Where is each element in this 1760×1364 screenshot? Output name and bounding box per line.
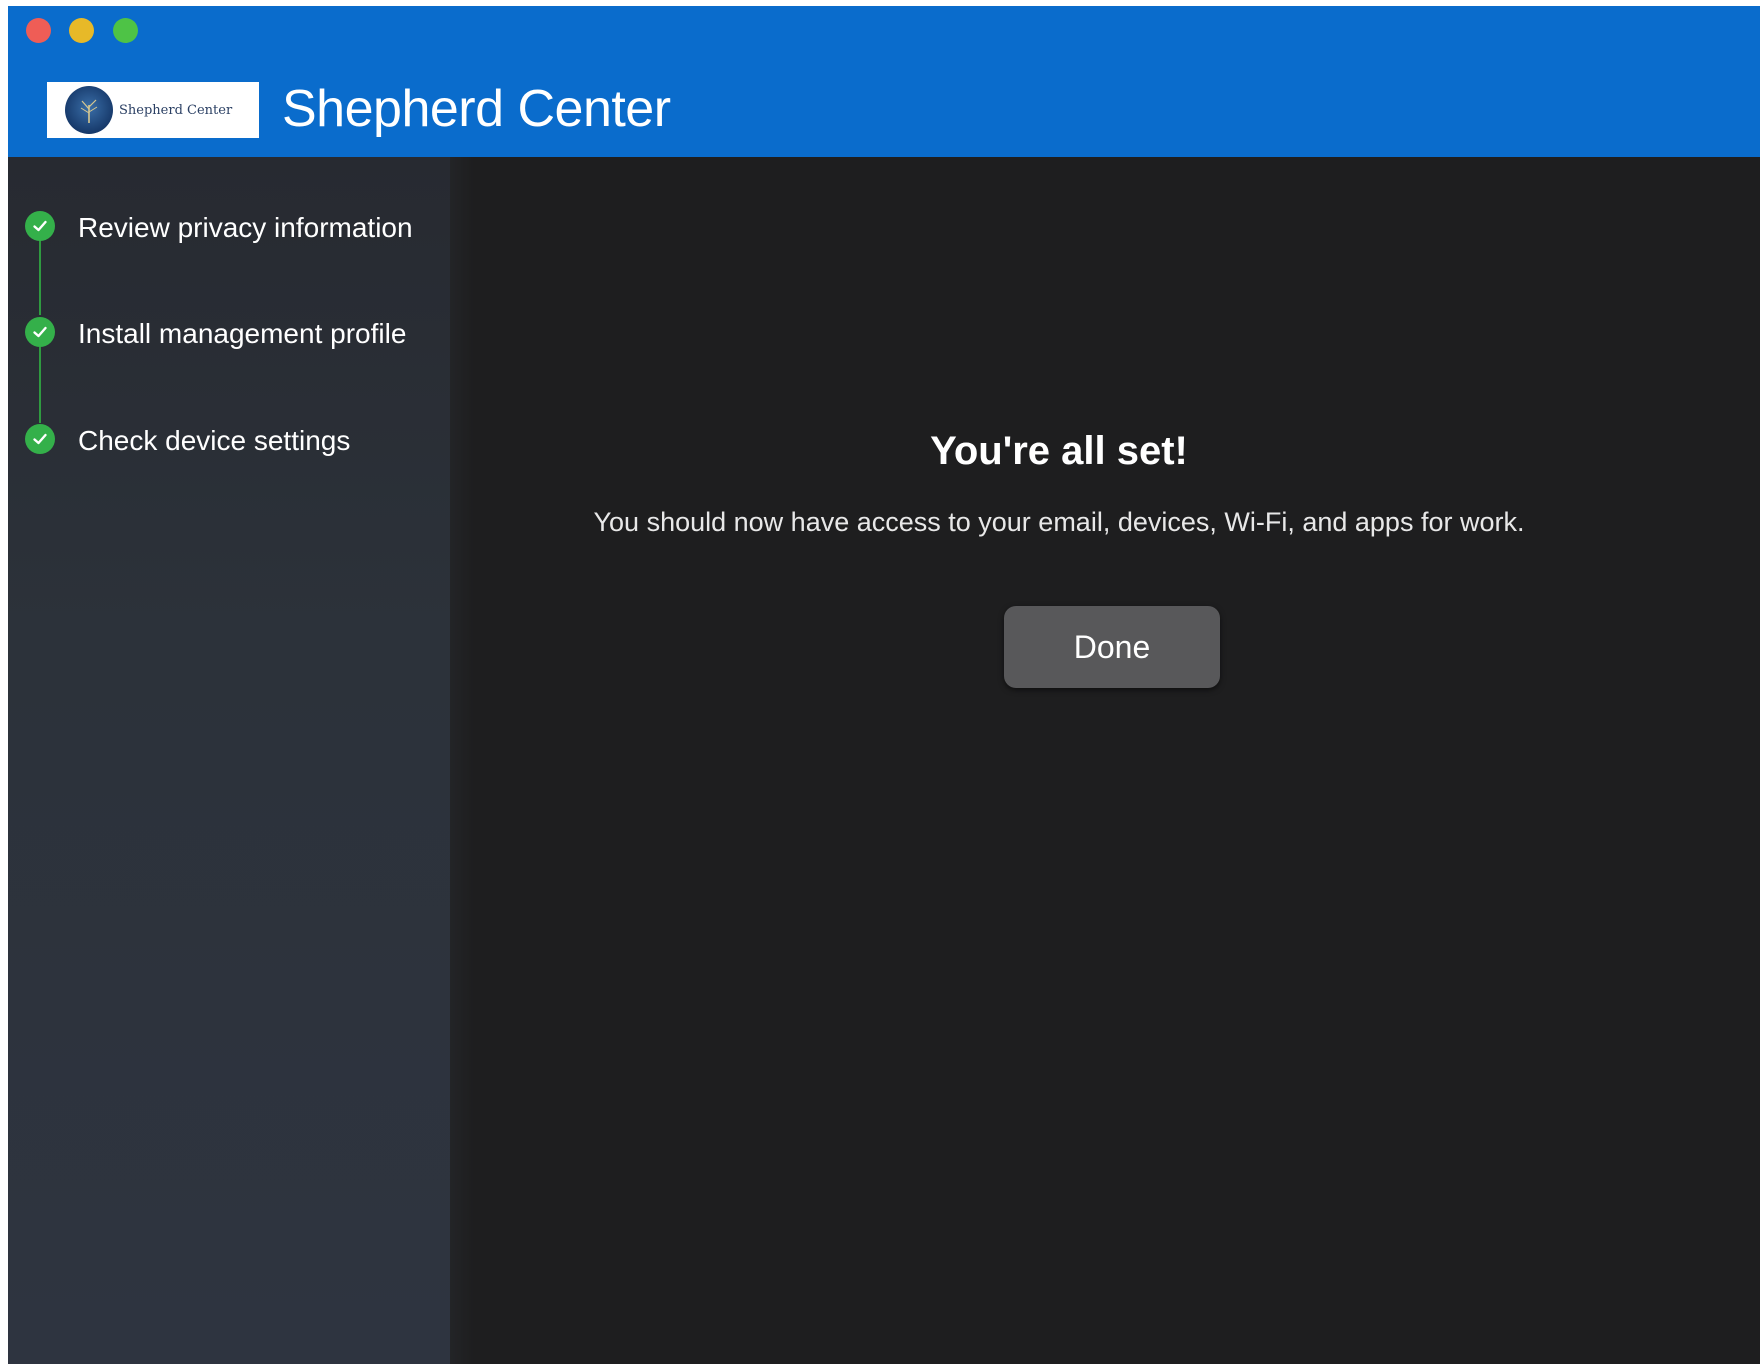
checkmark-icon [25,424,55,454]
main-content: You're all set! You should now have acce… [474,157,1760,1364]
step-install-profile: Install management profile [25,315,435,352]
sidebar-divider [450,157,474,1364]
step-review-privacy: Review privacy information [25,209,435,246]
checkmark-icon [25,317,55,347]
step-label: Install management profile [78,318,407,349]
progress-sidebar: Review privacy information Install manag… [8,157,450,1364]
minimize-window-button[interactable] [69,18,94,43]
step-connector [39,239,41,315]
done-button[interactable]: Done [1004,606,1220,688]
zoom-window-button[interactable] [113,18,138,43]
organization-logo: Shepherd Center [47,82,259,138]
app-window: Shepherd Center Shepherd Center Review p… [8,6,1760,1364]
step-label: Review privacy information [78,212,413,243]
step-check-settings: Check device settings [25,422,435,459]
completion-message: You should now have access to your email… [593,507,1525,537]
step-label: Check device settings [78,425,351,456]
tree-seal-icon [65,86,113,134]
checkmark-icon [25,211,55,241]
app-title: Shepherd Center [282,80,671,138]
logo-wordmark: Shepherd Center [119,102,233,118]
close-window-button[interactable] [26,18,51,43]
title-bar: Shepherd Center Shepherd Center [8,6,1760,157]
completion-headline: You're all set! [930,429,1188,473]
step-connector [39,347,41,423]
